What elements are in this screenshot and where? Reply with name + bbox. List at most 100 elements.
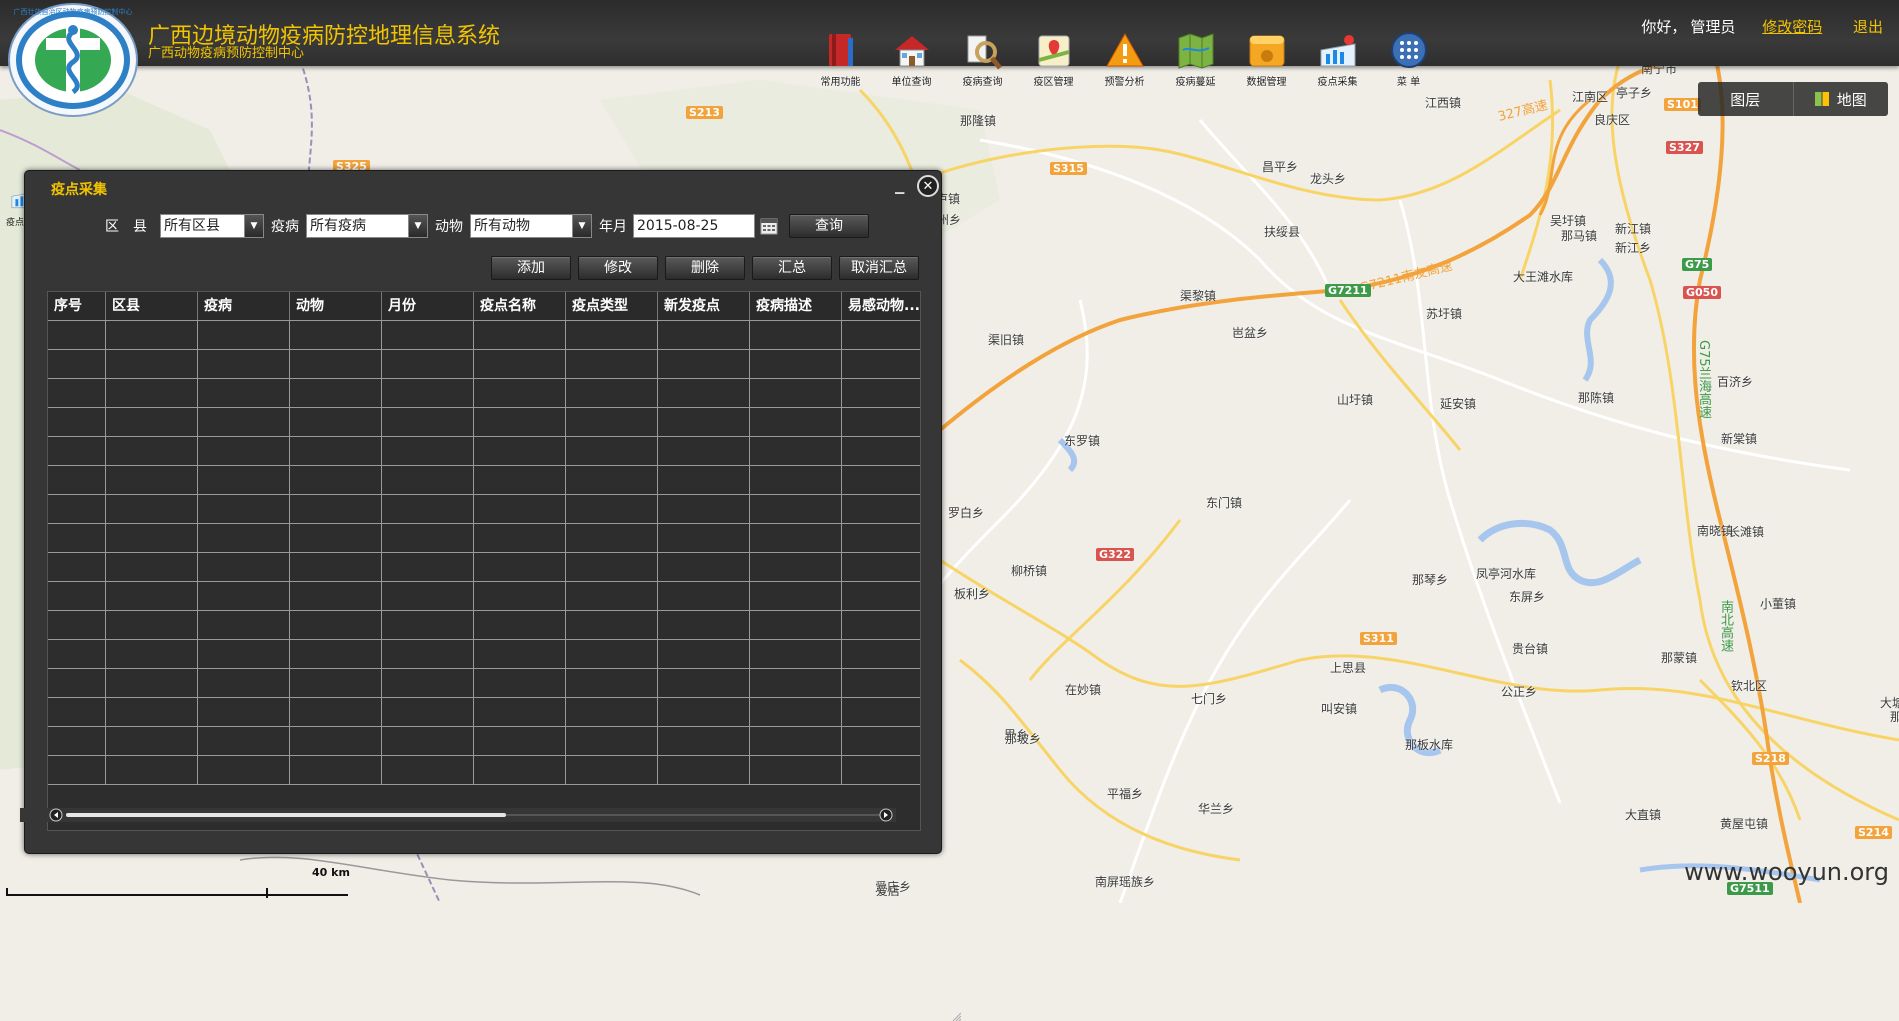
table-cell <box>198 466 290 494</box>
table-row[interactable] <box>48 379 920 408</box>
tool-menu[interactable]: 菜 单 <box>1373 30 1444 90</box>
table-cell <box>566 524 658 552</box>
table-cell <box>382 727 474 755</box>
column-header[interactable]: 序号 <box>48 292 106 320</box>
table-cell <box>566 582 658 610</box>
column-header[interactable]: 动物 <box>290 292 382 320</box>
table-cell <box>290 466 382 494</box>
resize-handle-icon[interactable] <box>951 1011 961 1021</box>
table-cell <box>750 727 842 755</box>
table-cell <box>566 466 658 494</box>
tool-unit-query[interactable]: 单位查询 <box>876 30 947 90</box>
column-header[interactable]: 易感动物... <box>842 292 920 320</box>
table-cell <box>474 640 566 668</box>
table-cell <box>290 640 382 668</box>
table-row[interactable] <box>48 611 920 640</box>
summary-button[interactable]: 汇总 <box>752 256 832 280</box>
date-input[interactable]: 2015-08-25 <box>633 214 755 238</box>
table-cell <box>750 379 842 407</box>
layers-toggle[interactable]: 图层 <box>1698 82 1793 116</box>
column-header[interactable]: 新发疫点 <box>658 292 750 320</box>
map-place-label: 那琴乡 <box>1412 573 1449 587</box>
table-cell <box>290 669 382 697</box>
tool-epidemic-point-collection[interactable]: 疫点采集 <box>1302 30 1373 90</box>
table-cell <box>658 669 750 697</box>
cancel-summary-button[interactable]: 取消汇总 <box>839 256 919 280</box>
table-cell <box>382 582 474 610</box>
column-header[interactable]: 疫病 <box>198 292 290 320</box>
table-row[interactable] <box>48 669 920 698</box>
table-row[interactable] <box>48 437 920 466</box>
table-row[interactable] <box>48 756 920 785</box>
table-row[interactable] <box>48 553 920 582</box>
table-row[interactable] <box>48 321 920 350</box>
column-header[interactable]: 疫点名称 <box>474 292 566 320</box>
table-row[interactable] <box>48 698 920 727</box>
scroll-thumb[interactable] <box>66 813 506 817</box>
table-cell <box>842 727 920 755</box>
map-place-label: 在妙镇 <box>1065 683 1102 697</box>
table-cell <box>48 756 106 784</box>
tool-disease-query[interactable]: 疫病查询 <box>947 30 1018 90</box>
tool-data-management[interactable]: 数据管理 <box>1231 30 1302 90</box>
data-grid: 序号 区县 疫病 动物 月份 疫点名称 疫点类型 新发疫点 疫病描述 易感动物... <box>47 291 921 831</box>
minimize-icon[interactable]: ▁ <box>895 181 909 195</box>
query-button[interactable]: 查询 <box>789 214 869 238</box>
table-cell <box>750 640 842 668</box>
table-cell <box>382 379 474 407</box>
logout-link[interactable]: 退出 <box>1853 18 1883 36</box>
table-cell <box>842 756 920 784</box>
tool-common-functions[interactable]: 常用功能 <box>805 30 876 90</box>
table-cell <box>290 582 382 610</box>
table-cell <box>750 698 842 726</box>
grid-icon <box>1814 92 1829 106</box>
column-header[interactable]: 月份 <box>382 292 474 320</box>
disease-select[interactable]: 所有疫病 ▼ <box>306 214 428 238</box>
table-cell <box>198 524 290 552</box>
map-place-label: 那隆镇 <box>960 114 997 128</box>
map-toggle[interactable]: 地图 <box>1792 82 1889 116</box>
table-cell <box>750 611 842 639</box>
calendar-icon[interactable] <box>760 217 778 235</box>
database-icon <box>1249 35 1284 67</box>
book-icon <box>828 34 853 66</box>
close-icon[interactable]: ✕ <box>917 175 939 197</box>
map-place-label: 东罗镇 <box>1064 434 1101 448</box>
table-cell <box>842 350 920 378</box>
map-place-label: 小董镇 <box>1760 597 1797 611</box>
district-select[interactable]: 所有区县 ▼ <box>160 214 264 238</box>
table-row[interactable] <box>48 466 920 495</box>
map-place-label: 那蒙镇 <box>1661 651 1698 665</box>
table-cell <box>198 582 290 610</box>
column-header[interactable]: 疫病描述 <box>750 292 842 320</box>
username: 管理员 <box>1690 18 1736 36</box>
map-place-label: 龙头乡 <box>1310 172 1347 186</box>
table-row[interactable] <box>48 524 920 553</box>
date-label: 年月 <box>599 219 627 235</box>
column-header[interactable]: 疫点类型 <box>566 292 658 320</box>
column-header[interactable]: 区县 <box>106 292 198 320</box>
table-cell <box>106 698 198 726</box>
tool-warning-analysis[interactable]: 预警分析 <box>1089 30 1160 90</box>
table-row[interactable] <box>48 582 920 611</box>
map-place-label: 柳桥镇 <box>1011 564 1048 578</box>
tool-epidemic-area-management[interactable]: 疫区管理 <box>1018 30 1089 90</box>
table-row[interactable] <box>48 495 920 524</box>
map-place-label: 延安镇 <box>1440 397 1477 411</box>
table-row[interactable] <box>48 640 920 669</box>
horizontal-scrollbar[interactable] <box>20 808 896 822</box>
tool-disease-spread[interactable]: 疫病蔓延 <box>1160 30 1231 90</box>
edit-button[interactable]: 修改 <box>578 256 658 280</box>
table-row[interactable] <box>48 350 920 379</box>
add-button[interactable]: 添加 <box>491 256 571 280</box>
change-password-link[interactable]: 修改密码 <box>1762 18 1822 36</box>
map-place-label: 东门镇 <box>1206 496 1243 510</box>
table-cell <box>658 350 750 378</box>
watermark-text: www.wooyun.org <box>1684 858 1889 886</box>
animal-select[interactable]: 所有动物 ▼ <box>470 214 592 238</box>
table-row[interactable] <box>48 727 920 756</box>
table-cell <box>842 553 920 581</box>
table-cell <box>474 611 566 639</box>
delete-button[interactable]: 删除 <box>665 256 745 280</box>
table-row[interactable] <box>48 408 920 437</box>
